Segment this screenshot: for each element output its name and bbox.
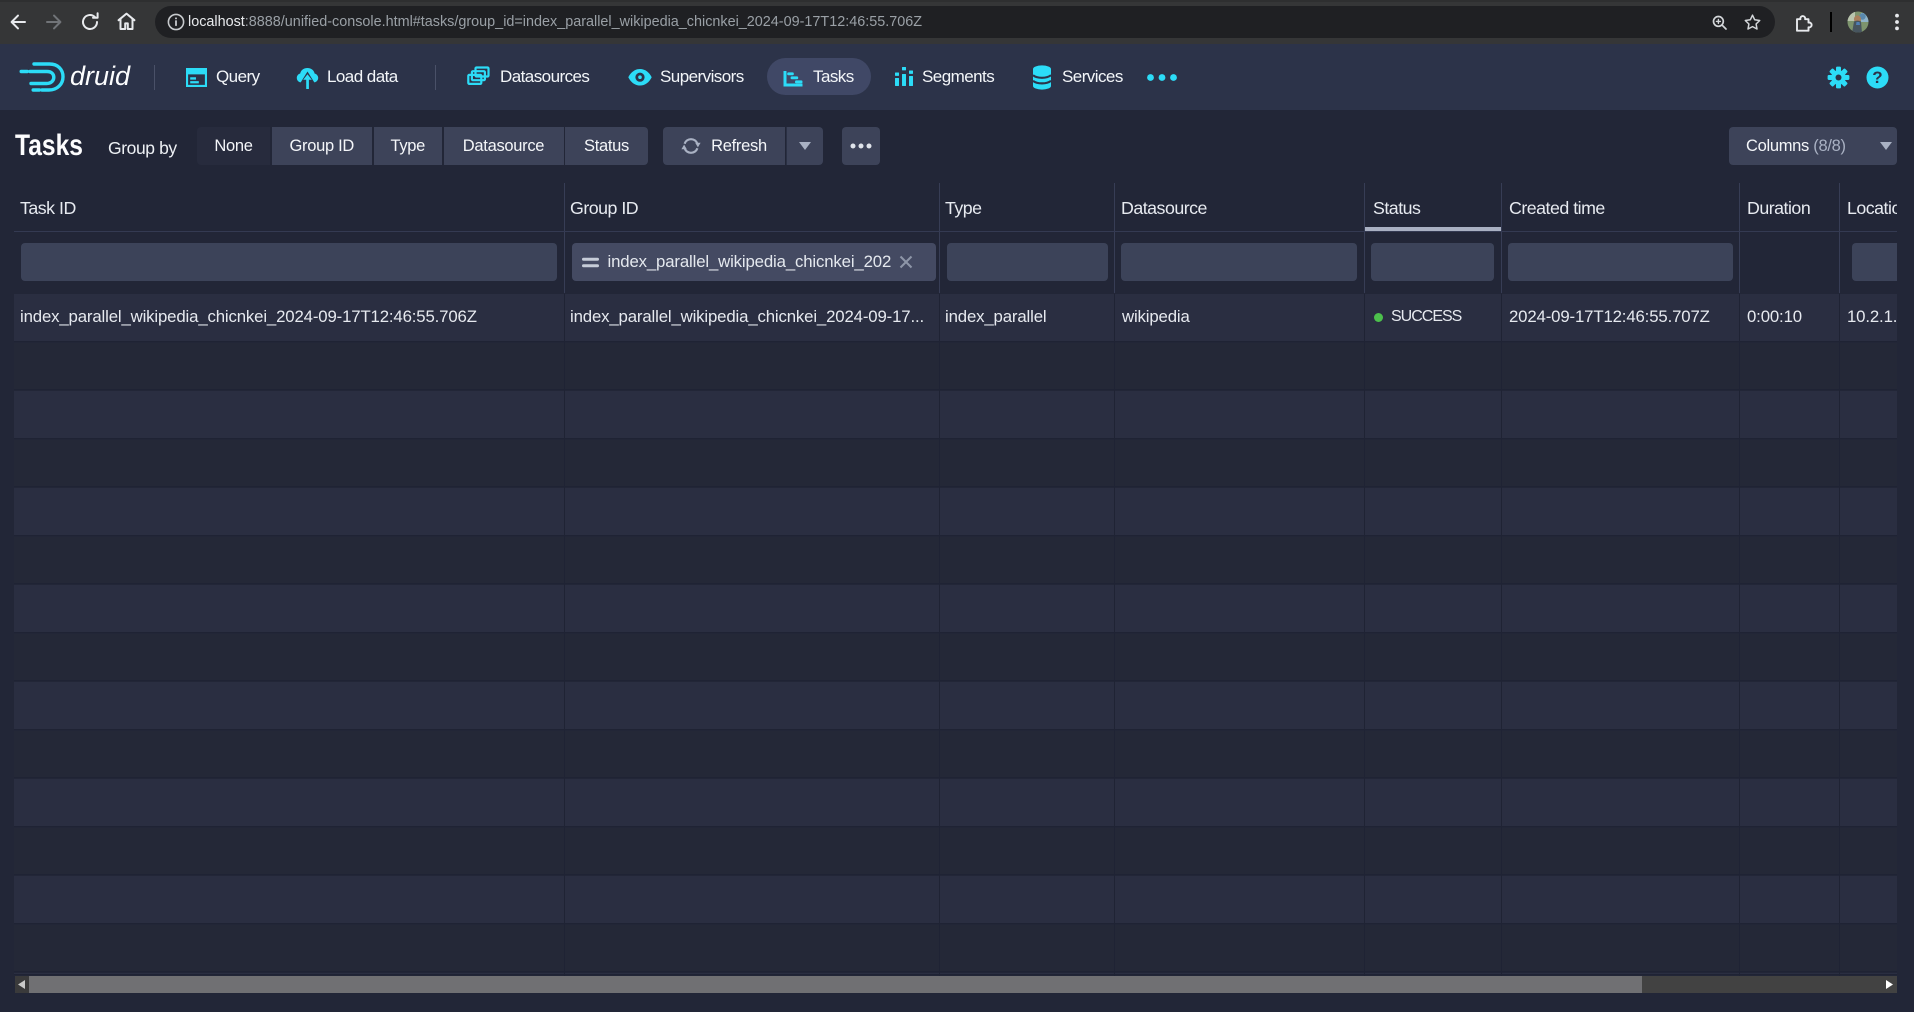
svg-text:?: ? [1872,68,1882,87]
